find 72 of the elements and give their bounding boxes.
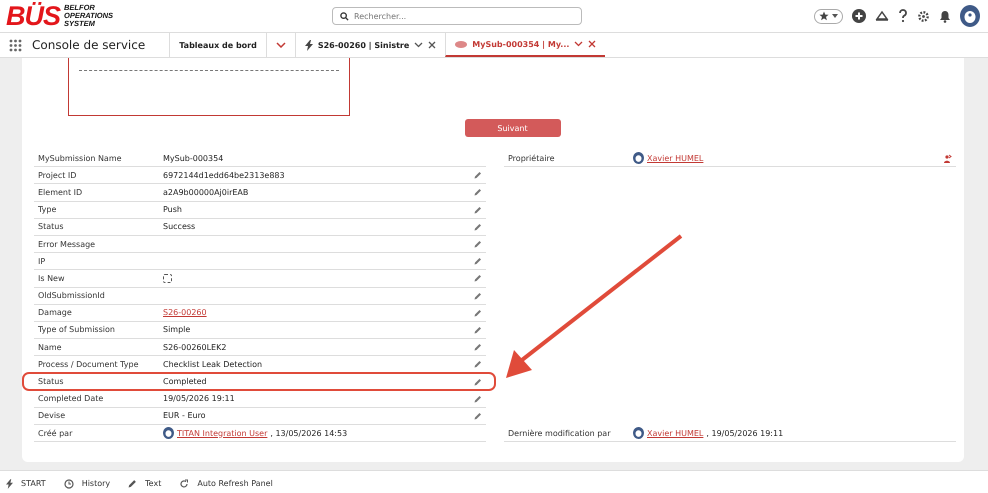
- field-label: IP: [38, 256, 46, 266]
- utility-button[interactable]: History: [64, 478, 110, 488]
- field-value: MySub-000354: [163, 154, 224, 163]
- field-label: Error Message: [38, 240, 96, 249]
- chevron-icon[interactable]: [414, 42, 424, 48]
- field-value: 19/05/2026 19:11: [163, 394, 235, 404]
- field-label: Damage: [38, 308, 73, 318]
- bell-icon[interactable]: [939, 10, 951, 22]
- record-link[interactable]: S26-00260: [163, 308, 207, 318]
- field-label: Project ID: [38, 170, 78, 180]
- field-label: Status: [38, 377, 64, 386]
- user-avatar-icon: [163, 427, 174, 440]
- field-label: OldSubmissionId: [38, 291, 106, 300]
- console-tab[interactable]: S26-00260 | Sinistre: [294, 33, 446, 57]
- signature-pad[interactable]: [68, 58, 350, 116]
- field-label: Element ID: [38, 188, 84, 197]
- settings-icon[interactable]: [917, 10, 930, 22]
- refresh-icon: [179, 478, 190, 488]
- clock-icon: [64, 478, 74, 488]
- field-value: 6972144d1edd64be2313e883: [163, 170, 285, 180]
- search-icon: [340, 12, 349, 20]
- pencil-icon: [128, 479, 138, 488]
- field-value: Push: [163, 205, 182, 214]
- user-avatar-icon: [633, 152, 644, 164]
- utility-button[interactable]: START: [6, 478, 46, 488]
- bolt-icon: [304, 40, 313, 50]
- field-value: Simple: [163, 325, 190, 334]
- created-date: , 13/05/2026 14:53: [270, 428, 348, 438]
- chevron-icon[interactable]: [574, 41, 584, 47]
- avatar-icon[interactable]: [960, 5, 980, 27]
- field-value: a2A9b00000Aj0irEAB: [163, 188, 248, 197]
- app-name: Console de service: [32, 38, 146, 52]
- field-value: Success: [163, 222, 196, 232]
- field-value: S26-00260LEK2: [163, 342, 226, 352]
- help-icon[interactable]: [898, 9, 908, 23]
- chevron-icon: [276, 42, 286, 48]
- add-icon[interactable]: [852, 9, 866, 23]
- change-owner-icon[interactable]: [943, 154, 952, 163]
- field-label: Type of Submission: [38, 325, 116, 334]
- field-label: Type: [38, 205, 58, 214]
- user-link[interactable]: Xavier HUMEL: [647, 154, 704, 163]
- field-label: Devise: [38, 411, 66, 420]
- close-icon[interactable]: [588, 40, 596, 48]
- utility-button[interactable]: Auto Refresh Panel: [179, 478, 273, 488]
- field-value: EUR - Euro: [163, 411, 206, 420]
- bolt-icon: [6, 478, 13, 488]
- favorites-button[interactable]: [814, 8, 843, 24]
- user-link[interactable]: TITAN Integration User: [177, 428, 268, 438]
- field-label: Créé par: [38, 428, 74, 438]
- logo-wordmark: BÜS: [6, 2, 60, 30]
- modified-date: , 19/05/2026 19:11: [706, 428, 784, 438]
- user-avatar-icon: [633, 427, 644, 440]
- caret-icon: [832, 14, 838, 18]
- next-button[interactable]: Suivant: [464, 119, 560, 137]
- utility-button[interactable]: Text: [128, 479, 162, 488]
- field-label: Is New: [38, 274, 66, 283]
- star-icon: [819, 11, 829, 21]
- checkbox[interactable]: [163, 274, 172, 283]
- app-launcher-icon[interactable]: [9, 38, 22, 52]
- close-icon[interactable]: [428, 41, 436, 49]
- console-tab[interactable]: Tableaux de bord: [169, 33, 266, 57]
- field-label: Status: [38, 222, 64, 232]
- field-value: Completed: [163, 377, 207, 386]
- user-link[interactable]: Xavier HUMEL: [647, 428, 704, 438]
- field-label: Process / Document Type: [38, 360, 140, 369]
- field-label: MySubmission Name: [38, 154, 123, 163]
- field-label: Name: [38, 342, 63, 352]
- field-label: Completed Date: [38, 394, 104, 404]
- field-value: Checklist Leak Detection: [163, 360, 262, 369]
- field-label: Propriétaire: [508, 154, 556, 163]
- field-label: Dernière modification par: [508, 428, 612, 438]
- search-field[interactable]: Rechercher...: [332, 7, 582, 25]
